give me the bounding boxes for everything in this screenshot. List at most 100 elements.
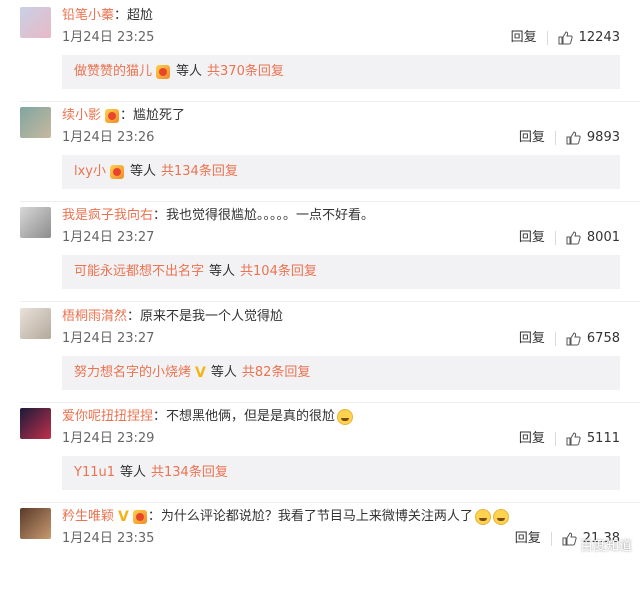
comment-item: 续小影 ：尴尬死了 1月24日 23:26 回复 9893 lxy小 等人 共134条回复 — [0, 107, 640, 202]
comment-item: 梧桐雨潸然：原来不是我一个人觉得尬 1月24日 23:27 回复 6758 努力想名字的… — [0, 308, 640, 403]
comment-page: { "comments": [ {"user":"铅笔小蓁","vip":fal… — [0, 0, 640, 560]
comment-username[interactable]: 我是疯子我向右 — [62, 207, 153, 225]
comment-text: 尴尬死了 — [133, 108, 186, 123]
reply-count-link[interactable]: 共134条回复 — [151, 456, 228, 490]
like-icon[interactable] — [565, 230, 581, 246]
reply-button[interactable]: 回复 — [519, 330, 545, 348]
like-count: 12243 — [578, 30, 620, 45]
like-icon[interactable] — [557, 30, 573, 46]
comment-time: 1月24日 23:27 — [62, 230, 155, 245]
user-avatar[interactable] — [20, 207, 51, 238]
reply-summary[interactable]: 努力想名字的小烧烤 V 等人 共82条回复 — [62, 356, 620, 390]
action-divider — [554, 131, 556, 145]
action-divider — [554, 332, 556, 346]
reply-button[interactable]: 回复 — [511, 29, 537, 47]
emoji-icon — [492, 509, 509, 525]
comment-time: 1月24日 23:26 — [62, 130, 155, 145]
like-count: 9893 — [586, 130, 620, 145]
colon-separator: ： — [153, 409, 167, 424]
reply-count-link[interactable]: 共82条回复 — [242, 356, 311, 390]
user-avatar[interactable] — [20, 408, 51, 439]
comment-divider — [20, 402, 640, 403]
vip-badge-icon — [156, 65, 171, 79]
reply-others-label: 等人 — [130, 164, 157, 179]
comment-username[interactable]: 铅笔小蓁 — [62, 7, 114, 25]
reply-others-label: 等人 — [176, 64, 203, 79]
reply-count-link[interactable]: 共104条回复 — [240, 255, 317, 289]
colon-separator: ： — [120, 108, 134, 123]
comment-username[interactable]: 续小影 — [62, 107, 101, 125]
action-divider — [550, 532, 552, 546]
reply-summary[interactable]: 做赞赞的猫儿 等人 共370条回复 — [62, 55, 620, 89]
comment-time: 1月24日 23:27 — [62, 331, 155, 346]
comment-text: 原来不是我一个人觉得尬 — [140, 309, 284, 324]
reply-others-label: 等人 — [120, 465, 147, 480]
comment-divider — [20, 201, 640, 202]
user-avatar[interactable] — [20, 508, 51, 539]
comment-divider — [20, 502, 640, 503]
reply-others-label: 等人 — [209, 264, 236, 279]
comment-time: 1月24日 23:25 — [62, 30, 155, 45]
colon-separator: ： — [114, 8, 128, 23]
comment-item: 我是疯子我向右：我也觉得很尴尬。。。。。一点不好看。 1月24日 23:27 回复 8… — [0, 207, 640, 302]
action-divider — [554, 432, 556, 446]
reply-count-link[interactable]: 共370条回复 — [207, 55, 284, 89]
comment-item: 铅笔小蓁：超尬 1月24日 23:25 回复 12243 做赞赞的猫儿 等人 共370条回复 — [0, 7, 640, 102]
reply-button[interactable]: 回复 — [519, 129, 545, 147]
like-count: 6758 — [586, 331, 620, 346]
user-avatar[interactable] — [20, 7, 51, 38]
user-avatar[interactable] — [20, 107, 51, 138]
comment-username[interactable]: 矜生唯颖 — [62, 508, 114, 526]
reply-button[interactable]: 回复 — [519, 430, 545, 448]
reply-summary[interactable]: lxy小 等人 共134条回复 — [62, 155, 620, 189]
comment-actions: 回复 5111 — [519, 430, 620, 448]
colon-separator: ： — [153, 208, 167, 223]
verified-v-icon: V — [195, 365, 206, 381]
comment-text: 为什么评论都说尬？我看了节目马上来微博关注两人了 — [160, 509, 473, 524]
reply-summary[interactable]: 可能永远都想不出名字 等人 共104条回复 — [62, 255, 620, 289]
like-icon[interactable] — [561, 531, 577, 547]
comment-divider — [20, 301, 640, 302]
reply-button[interactable]: 回复 — [515, 530, 541, 548]
comment-item: 矜生唯颖 V ：为什么评论都说尬？我看了节目马上来微博关注两人了 1月24日 23:3… — [0, 508, 640, 603]
action-divider — [554, 231, 556, 245]
comment-text: 不想黑他俩，但是是真的很尬 — [166, 409, 336, 424]
reply-username[interactable]: 努力想名字的小烧烤 — [74, 356, 191, 390]
comment-item: 爱你呢扭扭捏捏：不想黑他俩，但是是真的很尬 1月24日 23:29 回复 5111 Y1… — [0, 408, 640, 503]
vip-badge-icon — [110, 165, 124, 179]
comment-actions: 回复 9893 — [519, 129, 620, 147]
vip-badge-icon — [105, 109, 120, 123]
reply-username[interactable]: Y11u1 — [74, 456, 115, 490]
comment-time: 1月24日 23:29 — [62, 431, 155, 446]
verified-v-icon: V — [118, 509, 129, 525]
comment-actions: 回复 6758 — [519, 330, 620, 348]
emoji-icon — [337, 409, 354, 425]
like-count: 8001 — [586, 230, 620, 245]
action-divider — [546, 31, 548, 45]
comment-username[interactable]: 爱你呢扭扭捏捏 — [62, 408, 153, 426]
like-count: 5111 — [586, 431, 620, 446]
vip-badge-icon — [132, 510, 147, 524]
reply-username[interactable]: lxy小 — [74, 155, 106, 189]
comment-time: 1月24日 23:35 — [62, 531, 155, 546]
comment-username[interactable]: 梧桐雨潸然 — [62, 308, 127, 326]
reply-count-link[interactable]: 共134条回复 — [161, 155, 238, 189]
emoji-icon — [474, 509, 491, 525]
comment-text: 我也觉得很尴尬。。。。。一点不好看。 — [166, 208, 375, 223]
user-avatar[interactable] — [20, 308, 51, 339]
colon-separator: ： — [147, 509, 161, 524]
like-icon[interactable] — [565, 331, 581, 347]
colon-separator: ： — [127, 309, 141, 324]
comment-actions: 回复 8001 — [519, 229, 620, 247]
reply-username[interactable]: 可能永远都想不出名字 — [74, 255, 204, 289]
comment-divider — [20, 101, 640, 102]
reply-username[interactable]: 做赞赞的猫儿 — [74, 55, 152, 89]
reply-button[interactable]: 回复 — [519, 229, 545, 247]
watermark: 百度知道 — [579, 539, 632, 554]
like-icon[interactable] — [565, 130, 581, 146]
reply-others-label: 等人 — [210, 365, 237, 380]
reply-summary[interactable]: Y11u1 等人 共134条回复 — [62, 456, 620, 490]
comment-text: 超尬 — [127, 8, 154, 23]
like-icon[interactable] — [565, 431, 581, 447]
comment-actions: 回复 12243 — [511, 29, 620, 47]
